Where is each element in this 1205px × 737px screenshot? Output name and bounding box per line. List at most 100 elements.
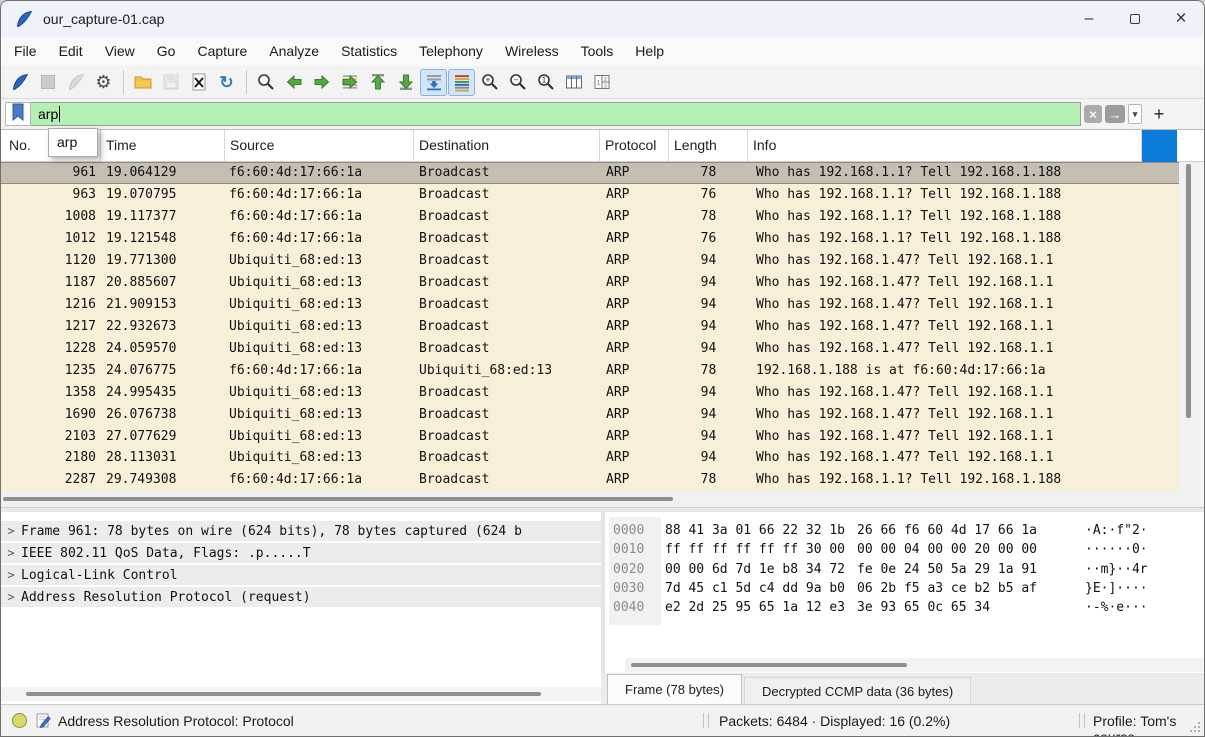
find-packet-button[interactable] [252,69,279,96]
svg-text:−: − [513,76,518,85]
capture-options-button[interactable]: ⚙ [90,69,117,96]
stop-capture-button[interactable] [34,69,61,96]
cell-info: Who has 192.168.1.1? Tell 192.168.1.188 [748,165,1179,180]
packet-list-hscrollbar[interactable] [1,491,1199,507]
reload-file-button[interactable]: ↻ [213,69,240,96]
go-forward-button[interactable] [308,69,335,96]
packet-row[interactable]: 218028.113031Ubiquiti_68:ed:13BroadcastA… [1,447,1179,469]
details-hscrollbar-thumb[interactable] [26,692,541,696]
apply-filter-button[interactable]: → [1105,105,1125,123]
column-header-source[interactable]: Source [225,130,414,161]
go-last-button[interactable] [392,69,419,96]
filter-history-button[interactable]: ▾ [1128,104,1142,124]
display-filter-input[interactable]: arp [31,102,1081,126]
save-file-button[interactable] [157,69,184,96]
apply-filter-icon: → [1109,107,1122,122]
resize-grip[interactable] [1189,720,1201,736]
packet-row[interactable]: 118720.885607Ubiquiti_68:ed:13BroadcastA… [1,272,1179,294]
packet-row[interactable]: 112019.771300Ubiquiti_68:ed:13BroadcastA… [1,250,1179,272]
resize-columns-button[interactable] [560,69,587,96]
detail-line[interactable]: >Logical-Link Control [1,565,601,585]
hex-row[interactable]: 000088 41 3a 01 66 22 32 1b26 66 f6 60 4… [613,521,1205,540]
filter-bookmark-button[interactable] [5,102,31,126]
expert-info-icon[interactable] [12,713,27,728]
minimize-button[interactable]: – [1066,1,1112,37]
maximize-button[interactable] [1112,1,1158,37]
go-back-button[interactable] [280,69,307,96]
autocomplete-item-arp[interactable]: arp [49,129,97,156]
menu-telephony[interactable]: Telephony [408,37,494,66]
close-button[interactable]: × [1158,1,1204,37]
column-header-protocol[interactable]: Protocol [600,130,669,161]
hex-row[interactable]: 0010ff ff ff ff ff ff 30 0000 00 04 00 0… [613,540,1205,559]
status-profile[interactable]: Profile: Tom's course [1093,713,1204,737]
reset-layout-button[interactable]: 123 [588,69,615,96]
zoom-reset-button[interactable]: 1 [532,69,559,96]
detail-line[interactable]: >Frame 961: 78 bytes on wire (624 bits),… [1,521,601,541]
packet-row[interactable]: 96119.064129f6:60:4d:17:66:1aBroadcastAR… [1,162,1179,184]
menu-wireless[interactable]: Wireless [494,37,570,66]
open-file-button[interactable] [129,69,156,96]
packet-row[interactable]: 121722.932673Ubiquiti_68:ed:13BroadcastA… [1,315,1179,337]
hex-row[interactable]: 00307d 45 c1 5d c4 dd 9a b006 2b f5 a3 c… [613,579,1205,598]
menu-help[interactable]: Help [624,37,675,66]
cell-time: 19.117377 [101,209,225,224]
colorize-icon [452,72,472,92]
hex-row[interactable]: 0040e2 2d 25 95 65 1a 12 e33e 93 65 0c 6… [613,598,1205,617]
tab-decrypted-ccmp[interactable]: Decrypted CCMP data (36 bytes) [744,677,971,704]
expand-caret-icon[interactable]: > [1,568,21,582]
cell-no: 2103 [1,429,101,444]
column-header-time[interactable]: Time [101,130,225,161]
bytes-hscrollbar[interactable] [625,658,1205,672]
cell-info: 192.168.1.188 is at f6:60:4d:17:66:1a [748,363,1179,378]
clear-filter-button[interactable]: × [1084,105,1102,123]
scrollbar-minimap[interactable] [1142,130,1177,162]
packet-row[interactable]: 96319.070795f6:60:4d:17:66:1aBroadcastAR… [1,184,1179,206]
menu-analyze[interactable]: Analyze [258,37,330,66]
colorize-button[interactable] [448,69,475,96]
column-header-length[interactable]: Length [669,130,748,161]
column-header-destination[interactable]: Destination [414,130,600,161]
cell-destination: Broadcast [414,165,600,180]
tab-frame[interactable]: Frame (78 bytes) [607,674,742,704]
menu-tools[interactable]: Tools [570,37,625,66]
bytes-hscrollbar-thumb[interactable] [631,663,907,667]
packet-row[interactable]: 121621.909153Ubiquiti_68:ed:13BroadcastA… [1,294,1179,316]
menu-statistics[interactable]: Statistics [330,37,408,66]
packet-list-vscrollbar[interactable] [1179,130,1199,507]
menu-file[interactable]: File [3,37,48,66]
details-hscrollbar[interactable] [1,687,601,701]
column-header-info[interactable]: Info [748,130,1142,161]
packet-row[interactable]: 169026.076738Ubiquiti_68:ed:13BroadcastA… [1,403,1179,425]
restart-capture-button[interactable] [62,69,89,96]
packet-row[interactable]: 100819.117377f6:60:4d:17:66:1aBroadcastA… [1,206,1179,228]
detail-line[interactable]: >Address Resolution Protocol (request) [1,587,601,607]
start-capture-button[interactable] [6,69,33,96]
add-filter-button[interactable]: + [1148,103,1170,125]
vscrollbar-thumb[interactable] [1186,164,1191,418]
cell-no: 2287 [1,472,101,487]
expand-caret-icon[interactable]: > [1,524,21,538]
packet-row[interactable]: 210327.077629Ubiquiti_68:ed:13BroadcastA… [1,425,1179,447]
packet-row[interactable]: 123524.076775f6:60:4d:17:66:1aUbiquiti_6… [1,359,1179,381]
go-first-button[interactable] [364,69,391,96]
zoom-out-button[interactable]: − [504,69,531,96]
menu-go[interactable]: Go [146,37,187,66]
auto-scroll-button[interactable] [420,69,447,96]
zoom-in-button[interactable]: + [476,69,503,96]
expand-caret-icon[interactable]: > [1,546,21,560]
packet-row[interactable]: 101219.121548f6:60:4d:17:66:1aBroadcastA… [1,228,1179,250]
menu-capture[interactable]: Capture [186,37,258,66]
go-to-packet-button[interactable] [336,69,363,96]
capture-comment-icon[interactable] [35,712,52,732]
packet-row[interactable]: 135824.995435Ubiquiti_68:ed:13BroadcastA… [1,381,1179,403]
packet-row[interactable]: 122824.059570Ubiquiti_68:ed:13BroadcastA… [1,337,1179,359]
packet-row[interactable]: 228729.749308f6:60:4d:17:66:1aBroadcastA… [1,469,1179,491]
expand-caret-icon[interactable]: > [1,590,21,604]
hscrollbar-thumb[interactable] [3,497,673,501]
menu-edit[interactable]: Edit [48,37,94,66]
close-file-button[interactable] [185,69,212,96]
hex-row[interactable]: 002000 00 6d 7d 1e b8 34 72fe 0e 24 50 5… [613,560,1205,579]
detail-line[interactable]: >IEEE 802.11 QoS Data, Flags: .p.....T [1,543,601,563]
menu-view[interactable]: View [94,37,146,66]
